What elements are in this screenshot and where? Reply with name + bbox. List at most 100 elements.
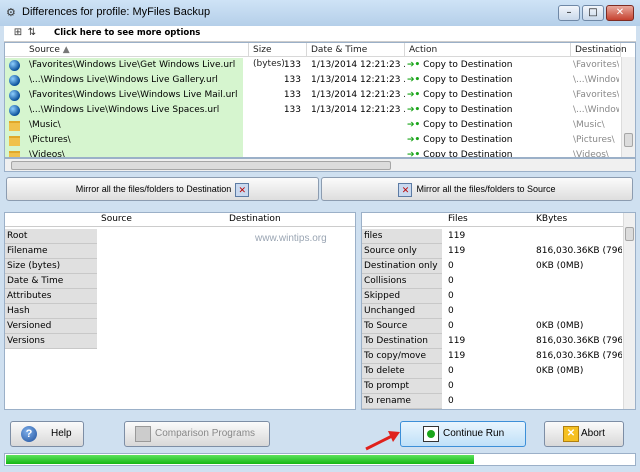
stats-kbytes-value: [536, 379, 622, 394]
stats-row-label: Unchanged: [362, 304, 442, 319]
stats-files-value: 0: [448, 306, 454, 316]
vertical-scrollbar[interactable]: [621, 57, 635, 157]
action-cell[interactable]: ➔• Copy to Destination: [407, 133, 567, 148]
stats-row-label: To Source: [362, 319, 442, 334]
stats-kbytes-value: 816,030.36KB (796.90: [536, 351, 622, 361]
stats-row-label: To prompt: [362, 379, 442, 394]
folder-icon: [9, 151, 20, 157]
action-label: Copy to Destination: [423, 90, 513, 100]
help-button[interactable]: ? Help: [10, 421, 84, 447]
stats-kbytes-value: [536, 229, 622, 244]
expand-icon[interactable]: ⊞: [12, 27, 24, 39]
comparison-programs-button[interactable]: Comparison Programs: [124, 421, 270, 447]
stats-files-value: 119: [448, 336, 466, 346]
run-icon: [423, 426, 439, 442]
stats-files-value: 119: [448, 351, 466, 361]
column-header-action[interactable]: Action: [405, 43, 571, 57]
globe-icon: [9, 90, 20, 101]
stats-files-value: 119: [448, 246, 466, 256]
progress-bar: [4, 453, 636, 466]
folder-icon: [9, 136, 20, 146]
table-row[interactable]: \Videos\ ➔• Copy to Destination \Videos\: [5, 148, 621, 158]
stats-files-value: 0: [448, 396, 454, 406]
action-cell[interactable]: ➔• Copy to Destination: [407, 103, 567, 118]
source-cell: \Pictures\: [5, 133, 243, 148]
date-cell: 1/13/2014 12:21:23 ...: [311, 105, 405, 115]
date-cell: 1/13/2014 12:21:23 ...: [311, 60, 405, 70]
minimize-button[interactable]: –: [558, 5, 580, 21]
app-icon: ⚙: [6, 6, 16, 19]
copy-arrow-icon: ➔•: [407, 150, 421, 158]
destination-cell: \...\Window...: [573, 75, 619, 85]
hscroll-thumb[interactable]: [11, 161, 391, 170]
action-cell[interactable]: ➔• Copy to Destination: [407, 118, 567, 133]
table-row[interactable]: \Music\ ➔• Copy to Destination \Music\: [5, 118, 621, 133]
more-options-link[interactable]: Click here to see more options: [54, 28, 200, 38]
close-button[interactable]: ✕: [606, 5, 634, 21]
column-header-source[interactable]: Source ▲: [5, 43, 249, 57]
source-cell: \...\Windows Live\Windows Live Spaces.ur…: [5, 103, 243, 118]
options-bar[interactable]: ⊞ ⇅ Click here to see more options: [4, 26, 636, 42]
globe-icon: [9, 60, 20, 71]
source-path: \Music\: [29, 120, 61, 130]
source-cell: \Videos\: [5, 148, 243, 157]
mirror-to-destination-button[interactable]: Mirror all the files/folders to Destinat…: [6, 177, 319, 201]
action-cell[interactable]: ➔• Copy to Destination: [407, 73, 567, 88]
stats-header: [362, 213, 624, 227]
column-header-date[interactable]: Date & Time: [307, 43, 405, 57]
abort-button[interactable]: ✕ Abort: [544, 421, 624, 447]
table-row[interactable]: \...\Windows Live\Windows Live Gallery.u…: [5, 73, 621, 88]
destination-column-header: Destination: [229, 214, 281, 224]
size-cell: 133: [283, 75, 301, 85]
stats-files-value: 0: [448, 321, 454, 331]
stats-kbytes-value: 816,030.36KB (796.90: [536, 246, 622, 256]
differences-list[interactable]: Source ▲ Size (bytes) Date & Time Action…: [4, 42, 636, 158]
horizontal-scrollbar-bottom[interactable]: [4, 158, 636, 172]
column-header-size[interactable]: Size (bytes): [249, 43, 307, 69]
continue-run-button[interactable]: Continue Run: [400, 421, 526, 447]
stats-files-value: 0: [448, 381, 454, 391]
action-cell[interactable]: ➔• Copy to Destination: [407, 148, 567, 158]
stats-row-label: To Destination: [362, 334, 442, 349]
stats-row-label: To copy/move: [362, 349, 442, 364]
action-label: Copy to Destination: [423, 60, 513, 70]
action-cell[interactable]: ➔• Copy to Destination: [407, 88, 567, 103]
date-cell: [311, 133, 405, 148]
action-label: Copy to Destination: [423, 105, 513, 115]
annotation-arrow-icon: [365, 431, 400, 451]
grid-header: [5, 213, 355, 227]
table-row[interactable]: \Favorites\Windows Live\Get Windows Live…: [5, 58, 621, 73]
size-cell: 133: [283, 60, 301, 70]
scrollbar-thumb[interactable]: [624, 133, 633, 147]
sort-icon[interactable]: ⇅: [26, 27, 38, 39]
destination-cell: \...\Window...: [573, 105, 619, 115]
stats-scrollbar-thumb[interactable]: [625, 227, 634, 241]
statistics-grid: Files KBytes files 119 Source only 119 816,0…: [361, 212, 636, 410]
table-row[interactable]: \Favorites\Windows Live\Windows Live Mai…: [5, 88, 621, 103]
stats-files-value: 119: [448, 231, 466, 241]
date-cell: 1/13/2014 12:21:23 ...: [311, 90, 405, 100]
action-label: Copy to Destination: [423, 135, 513, 145]
mirror-to-source-button[interactable]: ✕ Mirror all the files/folders to Source: [321, 177, 633, 201]
action-cell[interactable]: ➔• Copy to Destination: [407, 58, 567, 73]
maximize-button[interactable]: □: [582, 5, 604, 21]
source-path: \...\Windows Live\Windows Live Gallery.u…: [29, 75, 218, 85]
size-cell: [249, 133, 301, 148]
table-row[interactable]: \...\Windows Live\Windows Live Spaces.ur…: [5, 103, 621, 118]
stats-row-label: To rename: [362, 394, 442, 409]
stats-kbytes-value: [536, 289, 622, 304]
stats-kbytes-value: [536, 274, 622, 289]
stats-scrollbar[interactable]: [623, 213, 635, 409]
column-header-destination[interactable]: Destination: [571, 43, 627, 57]
comparison-label: Comparison Programs: [155, 428, 256, 439]
table-row[interactable]: \Pictures\ ➔• Copy to Destination \Picture…: [5, 133, 621, 148]
help-label: Help: [51, 428, 72, 439]
source-cell: \...\Windows Live\Windows Live Gallery.u…: [5, 73, 243, 88]
destination-cell: \Favorites\...: [573, 90, 619, 100]
source-path: \Favorites\Windows Live\Windows Live Mai…: [29, 90, 238, 100]
globe-icon: [9, 105, 20, 116]
destination-cell: \Videos\: [573, 150, 609, 158]
action-label: Copy to Destination: [423, 75, 513, 85]
source-cell: \Music\: [5, 118, 243, 133]
destination-cell: \Music\: [573, 120, 605, 130]
